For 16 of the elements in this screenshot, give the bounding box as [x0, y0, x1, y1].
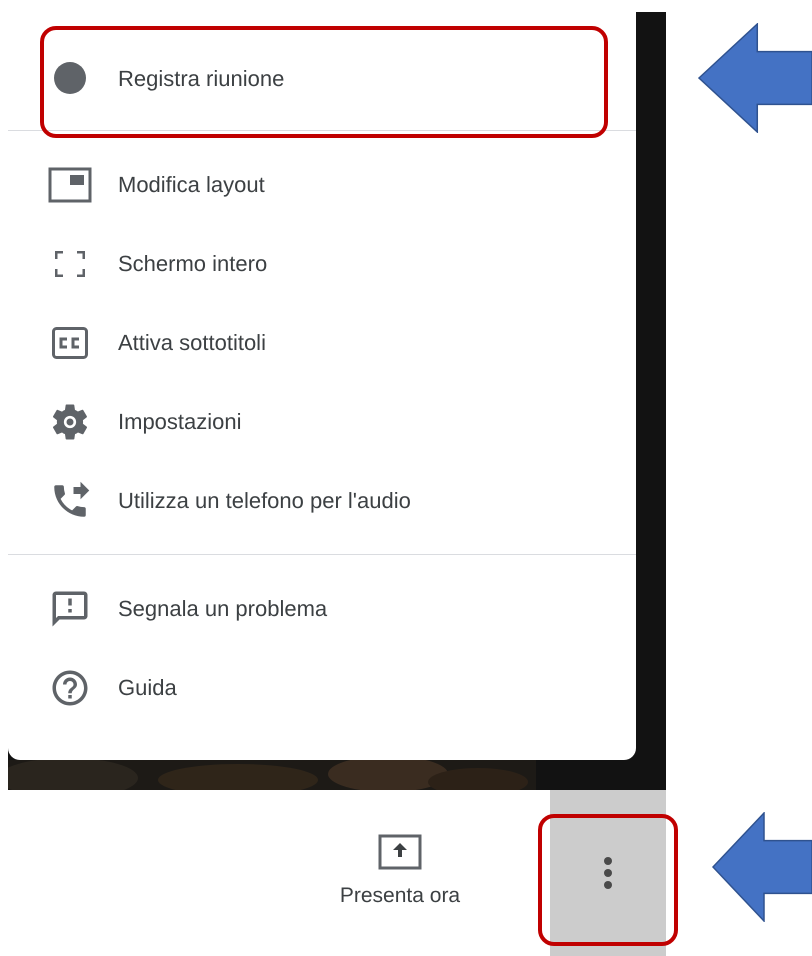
menu-item[interactable]: Segnala un problema — [8, 569, 636, 648]
menu-item[interactable]: Schermo intero — [8, 224, 636, 303]
fullscreen-icon — [55, 250, 85, 276]
menu-item[interactable]: Registra riunione — [8, 26, 636, 130]
more-icon — [603, 856, 613, 890]
menu-item[interactable]: Impostazioni — [8, 382, 636, 461]
menu-item[interactable]: Utilizza un telefono per l'audio — [8, 461, 636, 540]
layout-icon — [48, 166, 92, 202]
present-screen-icon — [378, 834, 422, 870]
more-button[interactable] — [550, 790, 666, 956]
record-icon — [53, 61, 87, 95]
captions-icon — [52, 326, 88, 358]
menu-item[interactable]: Guida — [8, 648, 636, 727]
present-button[interactable]: Presenta ora — [300, 790, 500, 956]
menu-item[interactable]: Attiva sottotitoli — [8, 303, 636, 382]
menu-item[interactable]: Modifica layout — [8, 145, 636, 224]
